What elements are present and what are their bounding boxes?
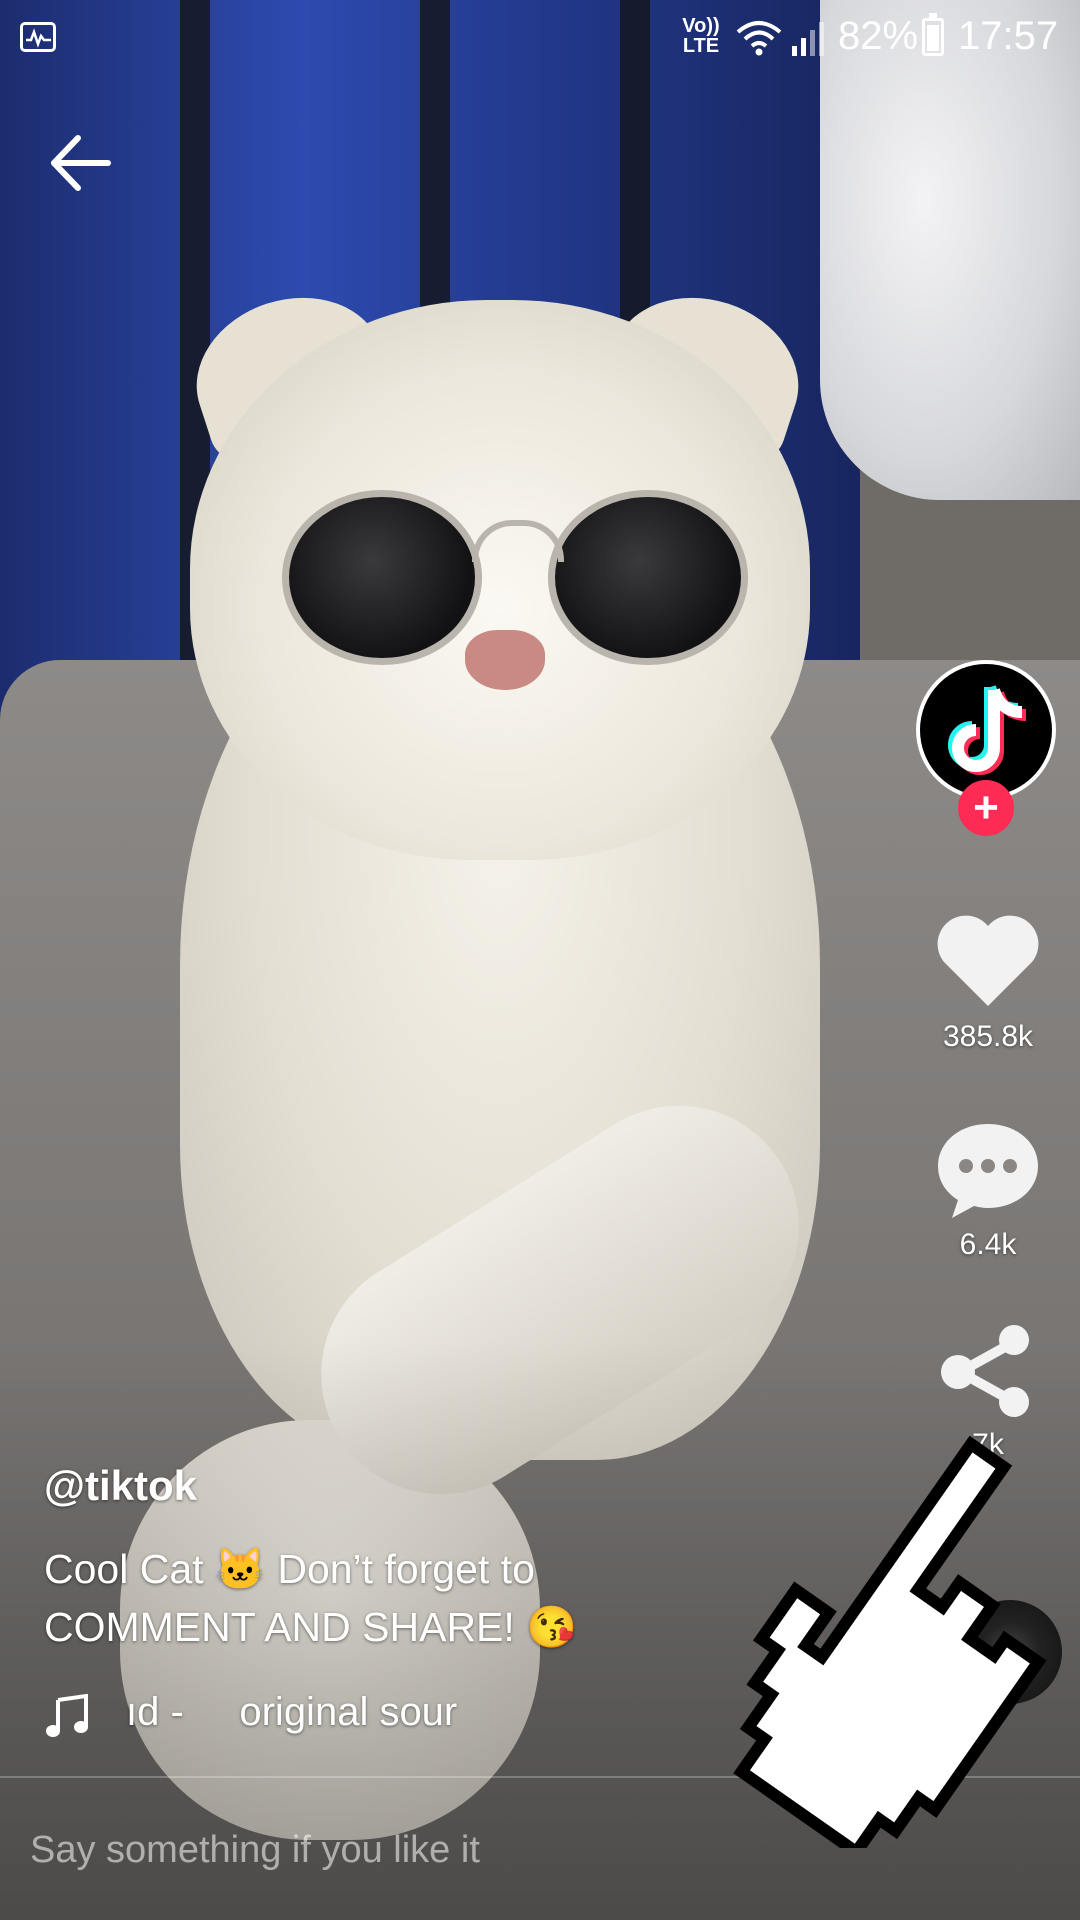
cat-nose	[465, 630, 545, 690]
comment-count: 6.4k	[959, 1228, 1017, 1261]
sunglasses-lens	[282, 490, 482, 665]
like-count: 385.8k	[942, 1020, 1034, 1053]
wifi-icon	[736, 21, 782, 56]
sound-name[interactable]: ıd - original sour	[126, 1690, 457, 1735]
sunglasses-lens	[548, 490, 748, 665]
lte-label: LTE	[682, 35, 720, 57]
volte-label: Vo))	[682, 15, 720, 37]
follow-button[interactable]: +	[958, 780, 1014, 836]
caption-line: Cool Cat 🐱 Don’t forget to	[44, 1546, 535, 1592]
battery-percent: 82%	[838, 14, 919, 58]
back-button[interactable]	[48, 130, 114, 196]
status-bar: Vo)) LTE 82% 17:57	[0, 0, 1080, 76]
heart-icon[interactable]	[934, 910, 1042, 1010]
back-arrow-icon	[51, 135, 111, 191]
hand-pointer-icon	[733, 1435, 1047, 1848]
volte-indicator: Vo)) LTE	[680, 16, 722, 56]
video-caption: Cool Cat 🐱 Don’t forget to COMMENT AND S…	[44, 1540, 724, 1656]
creator-avatar[interactable]	[916, 660, 1056, 800]
activity-icon	[20, 22, 56, 52]
battery-icon	[922, 13, 944, 56]
creator-username[interactable]: @tiktok	[44, 1462, 197, 1510]
clock: 17:57	[958, 14, 1059, 58]
caption-line: COMMENT AND SHARE! 😘	[44, 1604, 578, 1650]
share-icon[interactable]	[936, 1320, 1036, 1420]
comment-icon[interactable]	[934, 1118, 1042, 1222]
music-note-icon	[46, 1693, 88, 1737]
signal-icon	[792, 22, 824, 56]
tiktok-logo-icon	[948, 685, 1027, 775]
